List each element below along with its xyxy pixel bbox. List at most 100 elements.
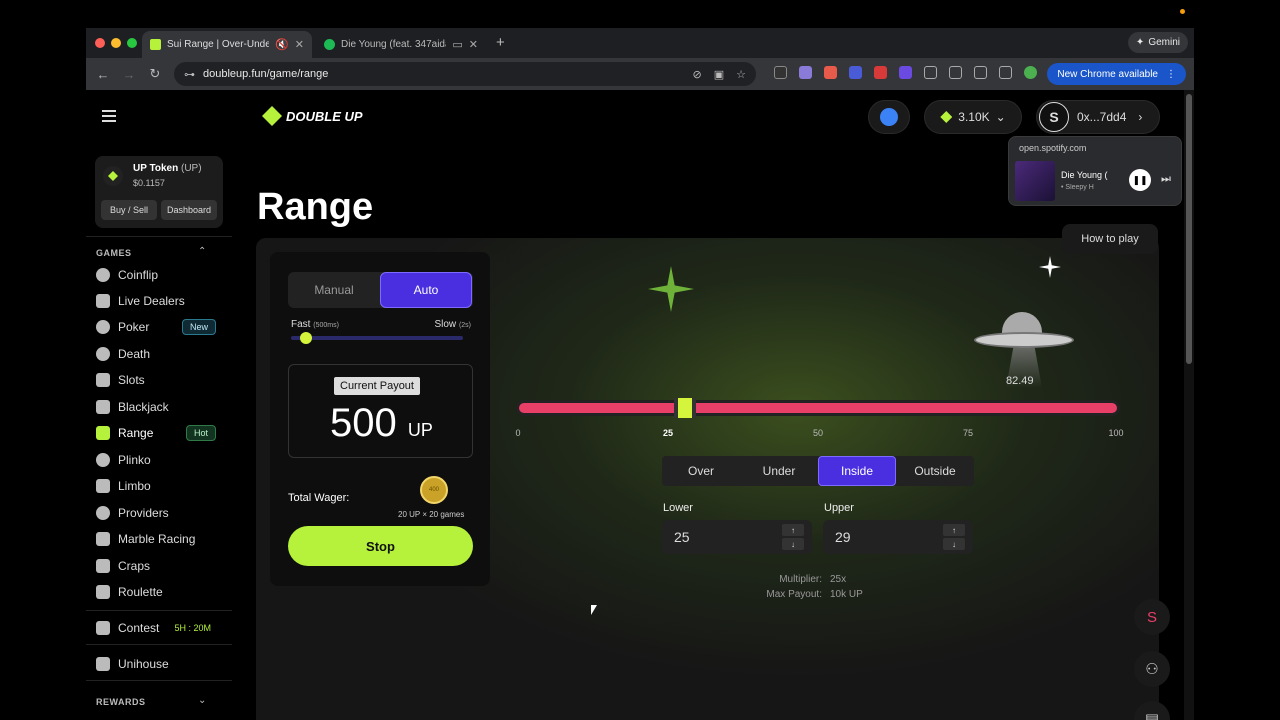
profile-avatar[interactable] xyxy=(1024,66,1037,79)
forward-icon[interactable]: → xyxy=(116,67,142,82)
chevron-right-icon: › xyxy=(1138,110,1143,124)
pause-icon[interactable]: ❚❚ xyxy=(1129,169,1151,191)
games-section-label: GAMES xyxy=(96,248,132,258)
close-tab-icon[interactable]: ✕ xyxy=(469,38,478,51)
how-to-play-button[interactable]: How to play xyxy=(1062,224,1158,254)
extension-icon[interactable] xyxy=(799,66,812,79)
max-payout-label: Max Payout: xyxy=(766,589,822,600)
update-chrome-button[interactable]: New Chrome available ⋮ xyxy=(1047,63,1186,85)
poker-chip-icon xyxy=(96,320,110,334)
picture-in-picture-icon[interactable]: ▭ xyxy=(452,38,462,51)
sidebar-item-label: Marble Racing xyxy=(118,532,196,546)
extension-icon[interactable] xyxy=(849,66,862,79)
extension-icon[interactable] xyxy=(899,66,912,79)
sidebar-item-craps[interactable]: Craps xyxy=(96,555,222,577)
divider xyxy=(86,680,232,681)
reload-icon[interactable]: ↻ xyxy=(142,66,168,82)
puzzle-icon[interactable] xyxy=(924,66,937,79)
sidebar-item-slots[interactable]: Slots xyxy=(96,369,222,391)
sidebar-item-label: Unihouse xyxy=(118,657,169,671)
search-tabs-icon[interactable] xyxy=(974,66,987,79)
wallet-button[interactable]: S 0x...7dd4 › xyxy=(1036,100,1160,134)
media-icon[interactable] xyxy=(999,66,1012,79)
gemini-label: Gemini xyxy=(1148,37,1180,48)
notification-dot xyxy=(1180,9,1185,14)
bet-type-outside[interactable]: Outside xyxy=(896,456,974,486)
sidebar-icon[interactable] xyxy=(949,66,962,79)
url-bar[interactable]: ⊶ doubleup.fun/game/range ⊘ ▣ ☆ xyxy=(174,62,756,86)
dashboard-button[interactable]: Dashboard xyxy=(161,200,217,220)
tab-auto[interactable]: Auto xyxy=(380,272,472,308)
sidebar-item-label: Providers xyxy=(118,506,169,520)
tab-spotify[interactable]: Die Young (feat. 347aidan ▭ ✕ xyxy=(316,31,486,58)
tab-manual[interactable]: Manual xyxy=(288,272,380,308)
page-scrollbar[interactable] xyxy=(1184,90,1194,720)
arrow-down-icon[interactable]: ↓ xyxy=(782,538,804,550)
sidebar-item-roulette[interactable]: Roulette xyxy=(96,581,222,603)
arrow-down-icon[interactable]: ↓ xyxy=(943,538,965,550)
sidebar-item-live-dealers[interactable]: Live Dealers xyxy=(96,290,222,312)
extension-icon[interactable] xyxy=(824,66,837,79)
sidebar-item-contest[interactable]: Contest 5H : 20M xyxy=(96,617,222,639)
sparkle-star-icon xyxy=(1039,256,1061,278)
payout-amount: 500 UP xyxy=(289,401,474,446)
sidebar-item-blackjack[interactable]: Blackjack xyxy=(96,396,222,418)
arrow-up-icon[interactable]: ↑ xyxy=(943,524,965,536)
bet-type-under[interactable]: Under xyxy=(740,456,818,486)
sidebar-item-unihouse[interactable]: Unihouse xyxy=(96,653,222,675)
chevron-up-icon[interactable]: ⌃ xyxy=(198,246,206,257)
extension-icon[interactable] xyxy=(874,66,887,79)
sidebar-item-poker[interactable]: Poker New xyxy=(96,316,222,338)
buy-sell-button[interactable]: Buy / Sell xyxy=(101,200,157,220)
sidebar-item-death[interactable]: Death xyxy=(96,343,222,365)
sidebar-item-providers[interactable]: Providers xyxy=(96,502,222,524)
mute-icon[interactable]: 🔇 xyxy=(275,38,289,51)
sui-fab-icon[interactable]: S xyxy=(1134,599,1170,635)
lower-input[interactable]: 25 ↑ ↓ xyxy=(662,520,812,554)
sparkle-icon: ✦ xyxy=(1135,37,1145,48)
divider xyxy=(86,644,232,645)
next-track-icon[interactable]: ⏭ xyxy=(1161,173,1171,186)
sui-network-button[interactable] xyxy=(868,100,910,134)
balance-button[interactable]: 3.10K ⌄ xyxy=(924,100,1022,134)
close-tab-icon[interactable]: ✕ xyxy=(295,38,304,51)
site-info-icon[interactable]: ⊶ xyxy=(184,68,195,81)
speed-slider-handle[interactable] xyxy=(300,332,312,344)
tab-range[interactable]: Sui Range | Over-Under G 🔇 ✕ xyxy=(142,31,312,58)
cast-icon[interactable]: ▣ xyxy=(714,68,724,81)
maximize-window-button[interactable] xyxy=(127,38,137,48)
eye-off-icon[interactable]: ⊘ xyxy=(693,68,702,81)
extension-icon[interactable] xyxy=(774,66,787,79)
close-window-button[interactable] xyxy=(95,38,105,48)
menu-icon[interactable] xyxy=(102,110,116,125)
chevron-down-icon[interactable]: ⌄ xyxy=(198,695,206,706)
scrollbar-thumb[interactable] xyxy=(1186,94,1192,364)
arrow-up-icon[interactable]: ↑ xyxy=(782,524,804,536)
sidebar-item-coinflip[interactable]: Coinflip xyxy=(96,264,222,286)
sidebar-item-limbo[interactable]: Limbo xyxy=(96,475,222,497)
upper-value: 29 xyxy=(835,529,851,545)
upper-input[interactable]: 29 ↑ ↓ xyxy=(823,520,973,554)
support-fab-icon[interactable]: ⚇ xyxy=(1134,651,1170,687)
user-icon xyxy=(96,506,110,520)
sidebar-item-marble-racing[interactable]: Marble Racing xyxy=(96,528,222,550)
max-payout-value: 10k UP xyxy=(830,589,863,600)
media-source: open.spotify.com xyxy=(1019,143,1087,153)
bet-type-over[interactable]: Over xyxy=(662,456,740,486)
dice-icon xyxy=(96,559,110,573)
ufo-icon xyxy=(974,298,1074,388)
range-selection-handle[interactable] xyxy=(674,398,696,418)
doubleup-logo[interactable]: DOUBLE UP xyxy=(262,106,363,126)
minimize-window-button[interactable] xyxy=(111,38,121,48)
sidebar-item-range[interactable]: Range Hot xyxy=(96,422,222,444)
omnibox-actions: ⊘ ▣ ☆ xyxy=(693,68,747,81)
range-bar[interactable] xyxy=(516,400,1120,416)
bet-type-inside[interactable]: Inside xyxy=(818,456,896,486)
new-tab-button[interactable]: + xyxy=(496,34,505,51)
back-icon[interactable]: ← xyxy=(90,67,116,82)
bookmark-star-icon[interactable]: ☆ xyxy=(736,68,746,81)
gemini-button[interactable]: ✦ Gemini xyxy=(1127,32,1188,53)
stop-button[interactable]: Stop xyxy=(288,526,473,566)
sidebar-item-plinko[interactable]: Plinko xyxy=(96,449,222,471)
speed-slider-track[interactable] xyxy=(291,336,463,340)
